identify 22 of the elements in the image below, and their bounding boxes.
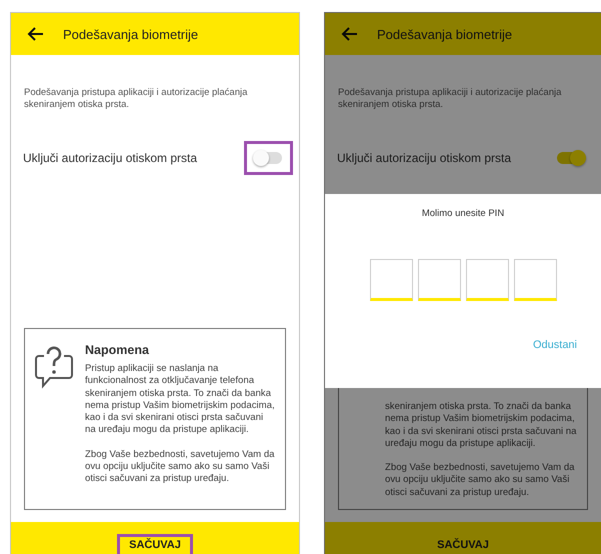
screen-title: Podešavanja biometrije (63, 26, 198, 42)
note-paragraph: skeniranjem otiska prsta. To znači da banka nema pristup Vašim biometrijskim podacima, kao i da svi skenirani otisci prsta sačuvani na uređaju mogu da pristupe aplikaciji. (385, 400, 577, 450)
pin-input-field[interactable] (466, 259, 508, 301)
fingerprint-toggle[interactable] (557, 152, 584, 164)
cancel-button[interactable]: Odustani (532, 339, 577, 351)
save-button[interactable]: SAČUVAJ (117, 534, 193, 554)
note-paragraph: Zbog Vaše bezbednosti, savetujemo Vam da ovu opciju uključite samo ako su samo Vaši otisci sačuvani za pristup uređaju. (385, 462, 576, 499)
dialog-title: Molimo unesite PIN (422, 208, 504, 219)
save-button[interactable]: SAČUVAJ (425, 534, 501, 554)
note-paragraph: Pristup aplikaciji se naslanja na funkcionalnost za otključavanje telefona skeniranjem otiska prsta. To znači da banka nema pristup Vašim biometrijskim podacima, kao i da svi skenirani otisci prsta sačuvani na uređaju mogu da pristupe aplikaciji. (85, 363, 275, 437)
pin-input-field[interactable] (370, 259, 412, 301)
note-paragraph: Zbog Vaše bezbednosti, savetujemo Vam da ovu opciju uključite samo ako su samo Vaši otisci sačuvani za pristup uređaju. (85, 448, 275, 486)
fingerprint-toggle[interactable] (255, 152, 282, 164)
pin-input-field[interactable] (514, 259, 556, 301)
note-title: Napomena (85, 343, 150, 357)
toggle-label: Uključi autorizaciju otiskom prsta (337, 151, 512, 165)
pin-input-field[interactable] (418, 259, 460, 301)
back-arrow-icon[interactable] (27, 27, 44, 41)
toggle-label: Uključi autorizaciju otiskom prsta (23, 151, 198, 165)
description-text: Podešavanja pristupa aplikaciji i autorizacije plaćanja skeniranjem otiska prsta. (24, 87, 248, 111)
screen-title: Podešavanja biometrije (377, 26, 512, 42)
description-text: Podešavanja pristupa aplikaciji i autorizacije plaćanja skeniranjem otiska prsta. (338, 87, 562, 111)
